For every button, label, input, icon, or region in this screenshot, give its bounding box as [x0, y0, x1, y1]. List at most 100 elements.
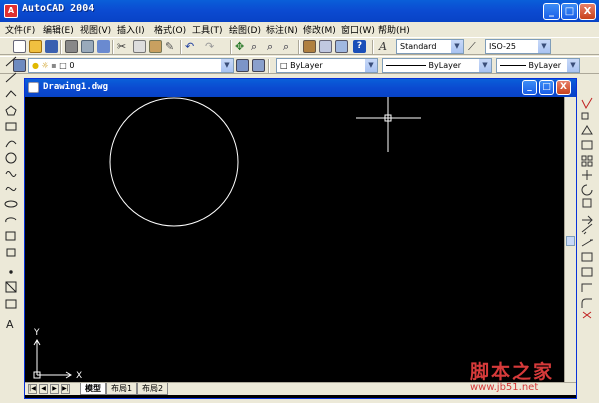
region-icon: [5, 299, 17, 309]
chevron-down-icon: ▼: [567, 59, 579, 72]
undo-icon[interactable]: ↶: [185, 40, 198, 53]
chevron-down-icon: ▼: [451, 40, 463, 53]
drawing-svg: Y X: [33, 97, 421, 381]
vertical-scrollbar[interactable]: [564, 97, 576, 382]
menu-window[interactable]: 窗口(W): [341, 23, 375, 36]
menu-view[interactable]: 视图(V): [80, 23, 111, 36]
menu-modify[interactable]: 修改(M): [303, 23, 336, 36]
drawing-close-button[interactable]: X: [556, 80, 571, 95]
zoom-previous-icon[interactable]: ⌕: [283, 40, 296, 53]
menu-dimension[interactable]: 标注(N): [266, 23, 298, 36]
join-icon: [581, 267, 593, 277]
polygon-icon: [5, 105, 17, 116]
match-properties-icon[interactable]: ✎: [165, 40, 178, 53]
revision-cloud-icon: [5, 171, 17, 177]
offset-icon: [581, 140, 593, 150]
tab-model[interactable]: 模型: [80, 383, 106, 395]
text-style-select[interactable]: Standard ▼: [396, 39, 464, 54]
paste-icon[interactable]: [149, 40, 162, 53]
menu-insert[interactable]: 插入(I): [117, 23, 145, 36]
layer-select[interactable]: ● ☼ ▪ □ 0 ▼: [28, 58, 234, 73]
draw-toolbar: A: [2, 54, 20, 339]
fillet-icon: [581, 298, 592, 308]
drawing-doc-icon[interactable]: [28, 82, 39, 93]
move-icon: [582, 170, 592, 180]
array-icon: [581, 155, 593, 167]
make-object-layer-current-icon[interactable]: [236, 59, 249, 72]
print-icon[interactable]: [65, 40, 78, 53]
publish-icon[interactable]: [97, 40, 110, 53]
linetype-sample: [386, 65, 426, 66]
zoom-realtime-icon[interactable]: ⌕: [251, 40, 264, 53]
menu-tools[interactable]: 工具(T): [192, 23, 223, 36]
design-center-icon[interactable]: [319, 40, 332, 53]
scroll-thumb[interactable]: [566, 236, 575, 246]
dim-style-select[interactable]: ISO-25 ▼: [485, 39, 551, 54]
help-icon[interactable]: ?: [353, 40, 366, 53]
rotate-icon: [581, 184, 593, 196]
menu-edit[interactable]: 编辑(E): [43, 23, 74, 36]
color-select[interactable]: □ ByLayer ▼: [276, 58, 378, 73]
redo-icon[interactable]: ↷: [205, 40, 218, 53]
autocad-app-icon[interactable]: A: [4, 4, 18, 18]
tab-layout1[interactable]: 布局1: [106, 383, 138, 395]
tool-palettes-icon[interactable]: [335, 40, 348, 53]
pan-icon[interactable]: ✥: [235, 40, 248, 53]
insert-block-icon: [5, 231, 16, 241]
tab-layout2[interactable]: 布局2: [137, 383, 169, 395]
zoom-window-icon[interactable]: ⌕: [267, 40, 280, 53]
save-icon[interactable]: [45, 40, 58, 53]
dim-style-icon[interactable]: ⟋: [468, 40, 481, 53]
point-icon: [9, 270, 13, 274]
menu-help[interactable]: 帮助(H): [378, 23, 410, 36]
spline-icon: [5, 186, 17, 192]
menu-file[interactable]: 文件(F): [5, 23, 35, 36]
minimize-button[interactable]: _: [543, 3, 560, 20]
text-style-icon[interactable]: A: [379, 40, 392, 53]
cut-icon[interactable]: ✂: [117, 40, 130, 53]
menu-format[interactable]: 格式(O): [154, 23, 186, 36]
drawing-title-bar: Drawing1.dwg _ □ X: [25, 79, 576, 97]
break-icon: [581, 252, 593, 262]
layer-previous-icon[interactable]: [252, 59, 265, 72]
print-preview-icon[interactable]: [81, 40, 94, 53]
properties-icon[interactable]: [303, 40, 316, 53]
chevron-down-icon: ▼: [365, 59, 377, 72]
linetype-select[interactable]: ByLayer ▼: [382, 58, 492, 73]
lineweight-sample: [500, 65, 526, 66]
menu-draw[interactable]: 绘图(D): [229, 23, 261, 36]
scale-icon: [582, 198, 592, 208]
copy-object-icon: [581, 112, 589, 120]
drawing-minimize-button[interactable]: _: [522, 80, 537, 95]
arc-icon: [5, 140, 17, 148]
mirror-icon: [581, 125, 593, 135]
new-icon[interactable]: [13, 40, 26, 53]
app-title-bar: A AutoCAD 2004 _ □ X: [0, 0, 599, 22]
draw-toolbar-icons: A: [4, 56, 18, 331]
ellipse-icon: [4, 200, 18, 208]
drawing-canvas[interactable]: Y X: [25, 97, 564, 382]
lock-icon: ▪: [51, 61, 57, 70]
last-tab-button[interactable]: ▶|: [61, 384, 70, 394]
copy-icon[interactable]: [133, 40, 146, 53]
app-title: AutoCAD 2004: [22, 3, 95, 14]
sun-icon: ☼: [41, 61, 49, 70]
light-bulb-icon: ●: [32, 61, 39, 70]
close-button[interactable]: X: [579, 3, 596, 20]
open-icon[interactable]: [29, 40, 42, 53]
first-tab-button[interactable]: |◀: [28, 384, 37, 394]
crosshair-cursor: [356, 97, 421, 152]
polyline-icon: [5, 90, 17, 98]
maximize-button[interactable]: □: [561, 3, 578, 20]
layers-toolbar: ● ☼ ▪ □ 0 ▼ □ ByLayer ▼ ByLayer ▼ ByLaye…: [0, 56, 599, 74]
standard-toolbar: ✂ ✎ ↶ ↷ ✥ ⌕ ⌕ ⌕ ? A Standard ▼ ⟋ ISO-25 …: [0, 37, 599, 55]
lineweight-select[interactable]: ByLayer ▼: [496, 58, 580, 73]
chevron-down-icon: ▼: [221, 59, 233, 72]
drawing-maximize-button[interactable]: □: [539, 80, 554, 95]
chevron-down-icon: ▼: [538, 40, 550, 53]
drawing-title: Drawing1.dwg: [43, 82, 109, 92]
explode-icon: [582, 311, 592, 319]
next-tab-button[interactable]: ▶: [50, 384, 59, 394]
hatch-icon: [5, 281, 17, 293]
prev-tab-button[interactable]: ◀: [39, 384, 48, 394]
